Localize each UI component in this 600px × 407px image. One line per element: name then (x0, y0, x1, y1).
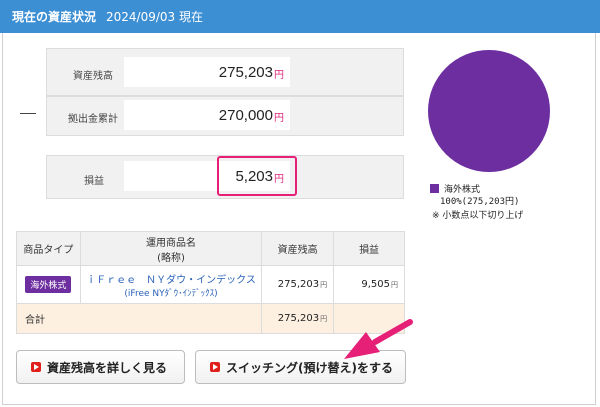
fund-name-link[interactable]: ｉＦｒｅｅ ＮＹダウ・インデックス (81, 271, 261, 286)
fund-profit-unit: 円 (391, 281, 398, 289)
play-icon (31, 362, 41, 372)
contribution-value-box: 270,000 円 (124, 100, 290, 130)
fund-cell[interactable]: ｉＦｒｅｅ ＮＹダウ・インデックス (iFree NYﾀﾞｳ･ｲﾝﾃﾞｯｸｽ) (79, 265, 263, 304)
total-row: 合計 275,203円 (15, 303, 405, 334)
legend-value: 100%(275,203円) (440, 197, 520, 207)
fund-type-badge: 海外株式 (25, 276, 72, 293)
col-profit: 損益 (333, 231, 405, 266)
total-balance: 275,203 (277, 313, 320, 324)
page-header: 現在の資産状況 2024/09/03 現在 (0, 0, 600, 33)
allocation-pie-chart (428, 50, 550, 172)
play-icon (210, 362, 220, 372)
col-product: 運用商品名 (略称) (79, 231, 263, 266)
contribution-label: 拠出金累計 (68, 114, 118, 125)
fund-balance-unit: 円 (320, 281, 328, 289)
total-balance-unit: 円 (320, 315, 328, 323)
header-date: 2024/09/03 現在 (106, 10, 203, 24)
switching-button[interactable]: スイッチング(預け替え)をする (195, 350, 406, 384)
balance-label: 資産残高 (73, 71, 113, 82)
details-button[interactable]: 資産残高を詳しく見る (16, 350, 185, 384)
balance-value-box: 275,203 円 (124, 57, 290, 87)
contribution-value: 270,000 (218, 106, 273, 124)
col-balance: 資産残高 (261, 231, 335, 266)
rounding-note: ※ 小数点以下切り上げ (432, 211, 524, 221)
profit-highlight (217, 156, 297, 196)
fund-profit: 9,505 (361, 279, 390, 290)
details-button-label: 資産残高を詳しく見る (47, 360, 168, 375)
col-product-name: 運用商品名 (146, 237, 197, 249)
balance-unit: 円 (274, 70, 284, 81)
balance-value: 275,203 (218, 63, 273, 81)
header-title: 現在の資産状況 (12, 10, 97, 24)
table-row: 海外株式 ｉＦｒｅｅ ＮＹダウ・インデックス (iFree NYﾀﾞｳ･ｲﾝﾃﾞ… (16, 265, 405, 304)
total-label: 合計 (15, 303, 263, 334)
switching-button-label: スイッチング(預け替え)をする (226, 360, 393, 375)
col-product-sub: (略称) (157, 252, 185, 264)
contribution-unit: 円 (274, 113, 284, 124)
fund-short-name[interactable]: (iFree NYﾀﾞｳ･ｲﾝﾃﾞｯｸｽ) (81, 286, 261, 299)
profit-label: 損益 (84, 176, 104, 187)
holdings-table: 商品タイプ 運用商品名 (略称) 資産残高 損益 海外株式 ｉＦｒｅｅ ＮＹダウ… (15, 231, 405, 334)
legend-swatch (430, 184, 439, 193)
fund-balance: 275,203 (277, 279, 320, 290)
col-type: 商品タイプ (16, 231, 81, 266)
minus-sign (20, 113, 36, 114)
